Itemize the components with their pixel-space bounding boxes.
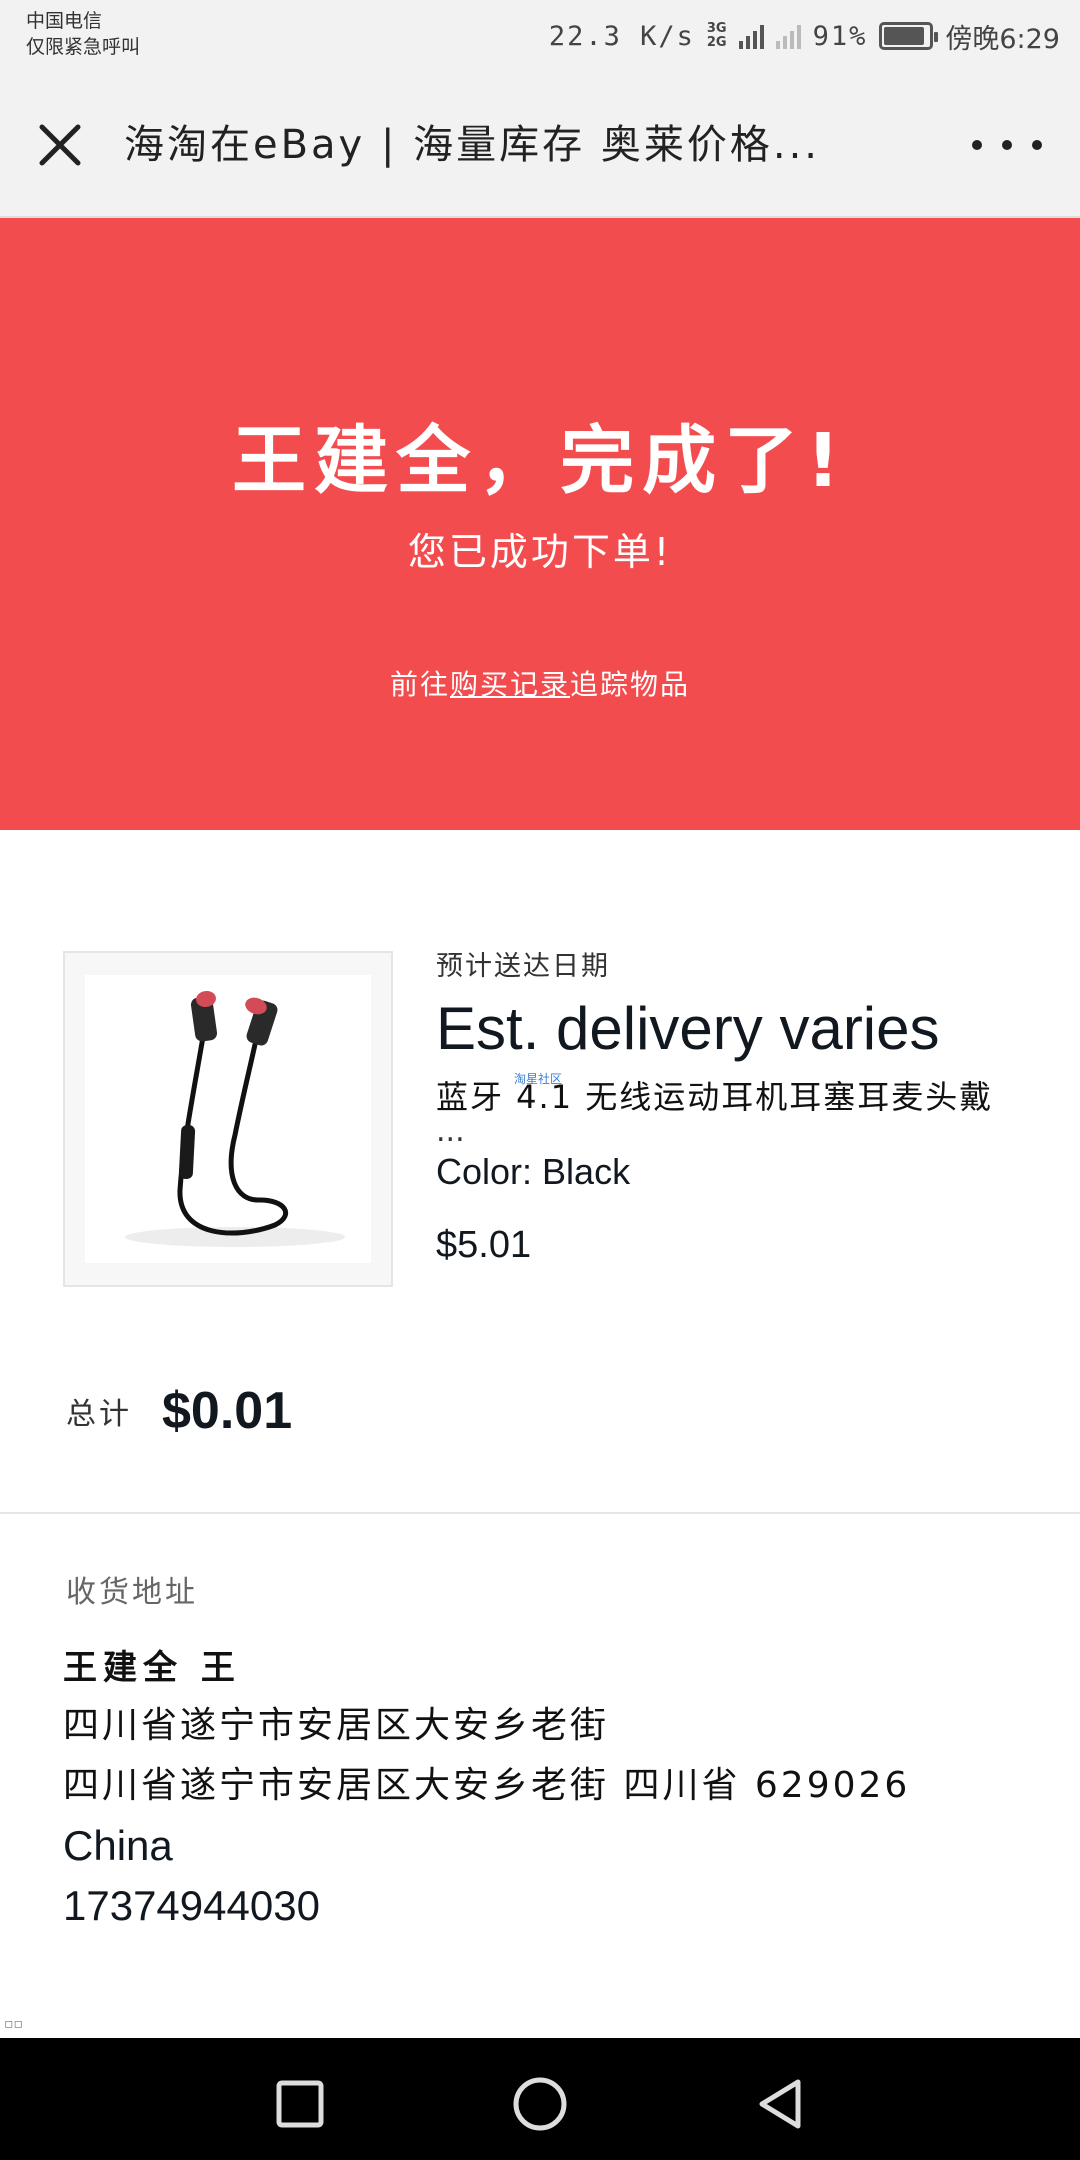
network-type-top: 3G bbox=[706, 21, 727, 36]
more-dot-icon bbox=[972, 140, 982, 150]
close-icon bbox=[39, 124, 81, 166]
order-total: 总计 $0.01 bbox=[66, 1378, 292, 1444]
circle-icon bbox=[513, 2077, 567, 2131]
battery-icon bbox=[879, 22, 939, 50]
success-subtitle: 您已成功下单! bbox=[407, 530, 673, 574]
item-thumbnail[interactable] bbox=[63, 951, 393, 1287]
total-label: 总计 bbox=[66, 1397, 132, 1432]
earphones-icon bbox=[125, 990, 345, 1247]
phone-number: 17374944030 bbox=[63, 1882, 320, 1929]
purchase-history-link[interactable]: 购买记录 bbox=[450, 668, 570, 701]
order-success-banner: 王建全，完成了! 您已成功下单! 前往购买记录追踪物品 bbox=[0, 218, 1080, 830]
carrier-status: 仅限紧急呼叫 bbox=[26, 36, 141, 58]
back-button[interactable] bbox=[750, 2074, 810, 2134]
battery-fill bbox=[884, 27, 925, 45]
address-country: China bbox=[63, 1822, 173, 1869]
system-navigation-bar bbox=[0, 2038, 1080, 2160]
home-button[interactable] bbox=[510, 2074, 570, 2134]
recent-apps-button[interactable] bbox=[270, 2074, 330, 2134]
status-bar: 中国电信 仅限紧急呼叫 22.3 K/s 3G 2G 91% 傍晚6:29 bbox=[0, 0, 1080, 70]
delivery-label: 预计送达日期 bbox=[436, 951, 610, 982]
network-type: 3G 2G bbox=[707, 22, 727, 50]
close-button[interactable] bbox=[30, 115, 90, 175]
delivery-estimate: Est. delivery varies bbox=[436, 995, 940, 1062]
item-details: 预计送达日期 Est. delivery varies 淘星社区 蓝牙 4.1 … bbox=[436, 950, 1036, 1268]
battery-percent: 91% bbox=[812, 20, 868, 52]
network-speed: 22.3 K/s bbox=[548, 20, 695, 52]
title-bar: 海淘在eBay | 海量库存 奥莱价格... bbox=[0, 70, 1080, 218]
page-title: 海淘在eBay | 海量库存 奥莱价格... bbox=[124, 122, 820, 168]
carrier-name: 中国电信 bbox=[26, 10, 103, 32]
link-suffix: 追踪物品 bbox=[570, 668, 691, 701]
network-type-bottom: 2G bbox=[706, 35, 727, 50]
signal-weak-icon bbox=[775, 23, 801, 49]
more-dot-icon bbox=[1002, 140, 1012, 150]
item-color: Color: Black bbox=[436, 1151, 631, 1192]
earphones-image bbox=[85, 975, 371, 1263]
square-icon bbox=[276, 2080, 324, 2128]
status-indicators: 22.3 K/s 3G 2G 91% 傍晚6:29 bbox=[548, 18, 1060, 55]
shipping-address: 王建全 王 四川省遂宁市安居区大安乡老街 四川省遂宁市安居区大安乡老街 四川省 … bbox=[63, 1640, 1043, 1936]
corner-mark: ▫▫ bbox=[4, 2016, 23, 2032]
carrier-info: 中国电信 仅限紧急呼叫 bbox=[26, 8, 140, 60]
watermark: 淘星社区 bbox=[514, 1072, 563, 1086]
clock: 傍晚6:29 bbox=[945, 23, 1060, 55]
signal-icon bbox=[738, 23, 764, 49]
address-line-2: 四川省遂宁市安居区大安乡老街 四川省 629026 bbox=[63, 1765, 911, 1806]
section-divider bbox=[0, 1512, 1080, 1514]
purchase-history-prompt: 前往购买记录追踪物品 bbox=[0, 668, 1080, 702]
more-dot-icon bbox=[1032, 140, 1042, 150]
more-options-button[interactable] bbox=[972, 125, 1042, 165]
address-line-1: 四川省遂宁市安居区大安乡老街 bbox=[63, 1705, 610, 1746]
triangle-back-icon bbox=[759, 2079, 801, 2129]
item-title-ellipsis: ... bbox=[436, 1114, 465, 1149]
recipient-name: 王建全 王 bbox=[63, 1648, 241, 1688]
shipping-address-heading: 收货地址 bbox=[66, 1575, 198, 1610]
success-title: 王建全，完成了! bbox=[232, 418, 848, 504]
link-prefix: 前往 bbox=[389, 668, 450, 701]
total-amount: $0.01 bbox=[162, 1382, 293, 1440]
item-price: $5.01 bbox=[436, 1224, 532, 1266]
